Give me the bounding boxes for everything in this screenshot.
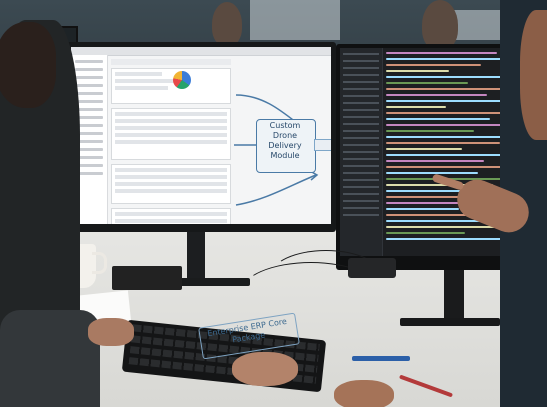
left-monitor: Custom Drone Delivery Module xyxy=(66,42,336,232)
person-right-head xyxy=(520,10,547,140)
pie-chart-icon xyxy=(173,71,191,89)
external-drive xyxy=(348,258,396,278)
erp-summary-panel xyxy=(111,68,231,104)
monitor-stand xyxy=(187,232,205,280)
background-person xyxy=(212,2,242,46)
erp-screen: Custom Drone Delivery Module xyxy=(71,47,331,224)
person-right-hand xyxy=(334,380,394,407)
monitor-stand xyxy=(444,270,464,322)
erp-tabbar xyxy=(111,59,231,65)
person-left-head xyxy=(0,22,56,108)
monitor-base xyxy=(400,318,500,326)
cup-handle xyxy=(92,252,107,274)
notebook xyxy=(112,266,182,290)
person-left-arm xyxy=(0,310,100,407)
erp-main-panel xyxy=(111,59,231,224)
office-scene: Custom Drone Delivery Module Enterprise … xyxy=(0,0,547,407)
connector-plug-icon xyxy=(314,139,331,151)
person-left-hand xyxy=(88,318,134,346)
background-person xyxy=(422,0,458,50)
erp-table-panel xyxy=(111,164,231,204)
module-label: Custom Drone Delivery Module xyxy=(268,121,302,160)
window-titlebar xyxy=(71,47,331,56)
person-left-hand xyxy=(232,352,298,386)
editor-file-tree xyxy=(340,48,383,256)
pen xyxy=(352,356,410,361)
erp-table-panel xyxy=(111,208,231,224)
erp-table-panel xyxy=(111,108,231,160)
window-light xyxy=(250,0,340,40)
